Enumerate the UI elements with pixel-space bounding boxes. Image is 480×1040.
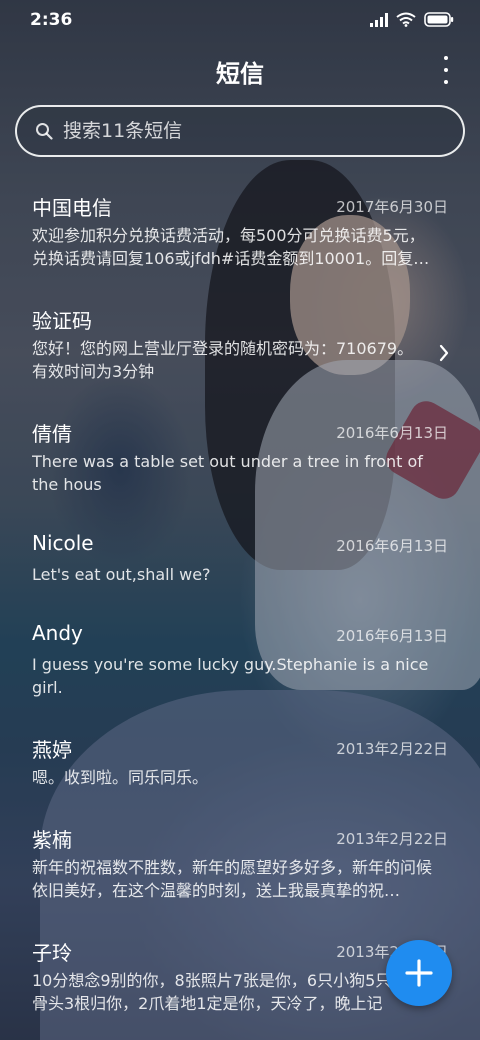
- more-options-button[interactable]: [438, 56, 454, 84]
- battery-icon: [424, 12, 454, 27]
- chevron-right-icon: [439, 344, 449, 362]
- message-sender: Nicole: [32, 531, 94, 555]
- page-title: 短信: [216, 60, 264, 88]
- message-preview: 新年的祝福数不胜数，新年的愿望好多好多，新年的问候依旧美好，在这个温馨的时刻，送…: [32, 858, 433, 900]
- new-message-button[interactable]: [386, 940, 452, 1006]
- message-sender: 中国电信: [32, 196, 112, 220]
- message-item[interactable]: Andy 2016年6月13日 I guess you're some luck…: [0, 607, 480, 719]
- search-input[interactable]: [63, 120, 463, 142]
- search-icon: [35, 122, 53, 140]
- message-preview: Let's eat out,shall we?: [32, 565, 211, 584]
- status-icons: [370, 12, 454, 27]
- message-preview: 您好！您的网上营业厅登录的随机密码为：710679。有效时间为3分钟: [32, 339, 414, 381]
- status-time: 2:36: [30, 10, 73, 30]
- app-header: 短信: [0, 48, 480, 92]
- message-date: 2017年6月30日: [336, 198, 448, 216]
- status-bar: 2:36: [0, 0, 480, 40]
- message-preview: There was a table set out under a tree i…: [32, 452, 423, 494]
- more-vertical-icon: [444, 56, 448, 60]
- message-date: 2016年6月13日: [336, 627, 448, 645]
- message-sender: Andy: [32, 621, 83, 645]
- message-date: 2016年6月13日: [336, 424, 448, 442]
- message-item[interactable]: 验证码 您好！您的网上营业厅登录的随机密码为：710679。有效时间为3分钟: [0, 291, 480, 403]
- message-sender: 燕婷: [32, 738, 72, 762]
- message-sender: 子玲: [32, 941, 72, 965]
- message-preview: 10分想念9别的你，8张照片7张是你，6只小狗5只，4根骨头3根归你，2爪着地1…: [32, 971, 434, 1013]
- message-preview: I guess you're some lucky guy.Stephanie …: [32, 655, 429, 697]
- message-sender: 紫楠: [32, 828, 72, 852]
- message-preview: 嗯。收到啦。同乐同乐。: [32, 768, 209, 787]
- signal-icon: [370, 12, 388, 27]
- message-item[interactable]: 燕婷 2013年2月22日 嗯。收到啦。同乐同乐。: [0, 720, 480, 810]
- message-item[interactable]: 中国电信 2017年6月30日 欢迎参加积分兑换话费活动，每500分可兑换话费5…: [0, 178, 480, 290]
- search-bar[interactable]: [15, 105, 465, 157]
- message-item[interactable]: Nicole 2016年6月13日 Let's eat out,shall we…: [0, 517, 480, 607]
- message-date: 2013年2月22日: [336, 830, 448, 848]
- message-item[interactable]: 紫楠 2013年2月22日 新年的祝福数不胜数，新年的愿望好多好多，新年的问候依…: [0, 810, 480, 922]
- message-preview: 欢迎参加积分兑换话费活动，每500分可兑换话费5元，兑换话费请回复106或jfd…: [32, 226, 430, 268]
- message-date: 2013年2月22日: [336, 740, 448, 758]
- plus-icon: [405, 959, 433, 987]
- message-date: 2016年6月13日: [336, 537, 448, 555]
- wifi-icon: [396, 12, 416, 27]
- message-sender: 倩倩: [32, 422, 72, 446]
- message-sender: 验证码: [32, 309, 92, 333]
- message-item[interactable]: 倩倩 2016年6月13日 There was a table set out …: [0, 404, 480, 516]
